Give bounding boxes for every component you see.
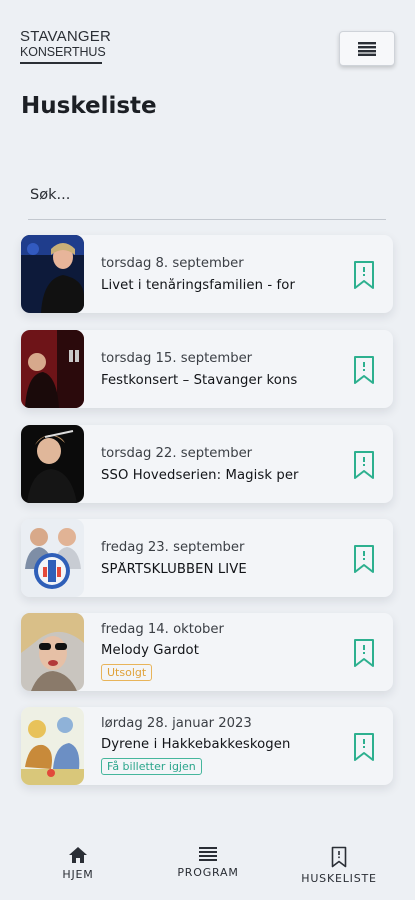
event-card[interactable]: fredag 23. september SPÅRTSKLUBBEN LIVE xyxy=(21,519,393,597)
nav-home[interactable]: HJEM xyxy=(58,846,98,881)
bookmark-icon[interactable] xyxy=(353,638,375,668)
event-image xyxy=(21,330,84,408)
brand-logo[interactable]: STAVANGER KONSERTHUS xyxy=(20,28,111,64)
nav-home-label: HJEM xyxy=(62,868,94,881)
nav-program[interactable]: PROGRAM xyxy=(170,846,246,879)
event-card[interactable]: torsdag 8. september Livet i tenåringsfa… xyxy=(21,235,393,313)
bookmark-icon[interactable] xyxy=(353,544,375,574)
bookmark-icon[interactable] xyxy=(353,260,375,290)
event-date: fredag 23. september xyxy=(101,540,245,555)
event-title: SPÅRTSKLUBBEN LIVE xyxy=(101,562,247,577)
event-date: torsdag 22. september xyxy=(101,446,253,461)
event-title: SSO Hovedserien: Magisk per xyxy=(101,468,299,483)
menu-button[interactable] xyxy=(339,31,395,66)
nav-watchlist[interactable]: HUSKELISTE xyxy=(296,846,382,885)
bookmark-icon[interactable] xyxy=(353,450,375,480)
few-tickets-badge: Få billetter igjen xyxy=(101,758,202,775)
bookmark-icon xyxy=(331,846,347,868)
event-date: lørdag 28. januar 2023 xyxy=(101,716,252,731)
hamburger-icon xyxy=(358,41,376,56)
event-title: Dyrene i Hakkebakkeskogen xyxy=(101,737,291,752)
list-icon xyxy=(199,847,217,861)
event-card[interactable]: torsdag 22. september SSO Hovedserien: M… xyxy=(21,425,393,503)
bookmark-icon[interactable] xyxy=(353,732,375,762)
event-title: Melody Gardot xyxy=(101,643,199,658)
event-image xyxy=(21,519,84,597)
event-card[interactable]: fredag 14. oktober Melody Gardot Utsolgt xyxy=(21,613,393,691)
nav-program-label: PROGRAM xyxy=(177,866,239,879)
event-image xyxy=(21,707,84,785)
nav-watchlist-label: HUSKELISTE xyxy=(301,872,377,885)
search-input[interactable] xyxy=(28,170,386,220)
event-date: torsdag 8. september xyxy=(101,256,244,271)
brand-line-2: KONSERTHUS xyxy=(20,46,106,64)
event-image xyxy=(21,425,84,503)
home-icon xyxy=(69,847,87,863)
event-image xyxy=(21,235,84,313)
event-card[interactable]: lørdag 28. januar 2023 Dyrene i Hakkebak… xyxy=(21,707,393,785)
bottom-nav: HJEM PROGRAM HUSKELISTE xyxy=(0,832,415,900)
event-card[interactable]: torsdag 15. september Festkonsert – Stav… xyxy=(21,330,393,408)
brand-line-1: STAVANGER xyxy=(20,28,111,45)
bookmark-icon[interactable] xyxy=(353,355,375,385)
page-title: Huskeliste xyxy=(21,93,157,119)
event-date: fredag 14. oktober xyxy=(101,622,224,637)
sold-out-badge: Utsolgt xyxy=(101,664,153,681)
event-date: torsdag 15. september xyxy=(101,351,253,366)
event-title: Festkonsert – Stavanger kons xyxy=(101,373,298,388)
event-image xyxy=(21,613,84,691)
event-title: Livet i tenåringsfamilien - for xyxy=(101,278,295,293)
